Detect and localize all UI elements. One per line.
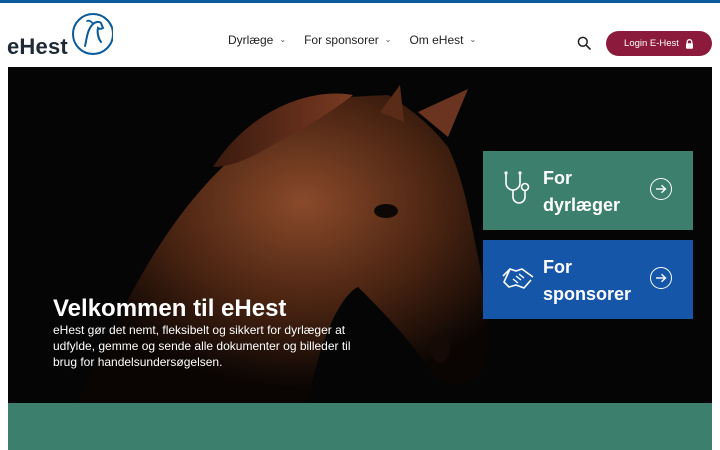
site-header: eHest Dyrlæge ⌄ For sponsorer ⌄ Om eHest…: [0, 3, 720, 67]
for-sponsorer-card[interactable]: For sponsorer: [483, 240, 693, 319]
card-label: For dyrlæger: [543, 168, 621, 215]
stethoscope-icon: [504, 171, 530, 204]
login-button-label: Login E-Hest: [624, 38, 679, 49]
logo-text: eHest: [7, 34, 68, 59]
nav-item-om-ehest[interactable]: Om eHest ⌄: [409, 33, 476, 47]
arrow-right-icon: [650, 178, 672, 200]
nav-item-for-sponsorer[interactable]: For sponsorer ⌄: [304, 33, 391, 47]
login-button[interactable]: Login E-Hest: [606, 31, 712, 56]
nav-item-label: Om eHest: [409, 33, 464, 47]
chevron-down-icon: ⌄: [384, 34, 392, 44]
horse-logo-icon: [72, 13, 113, 55]
for-dyrlaeger-card[interactable]: For dyrlæger: [483, 151, 693, 230]
main-nav: Dyrlæge ⌄ For sponsorer ⌄ Om eHest ⌄: [228, 33, 494, 47]
arrow-right-icon: [650, 267, 672, 289]
next-section-band: [8, 403, 712, 450]
chevron-down-icon: ⌄: [279, 34, 287, 44]
nav-item-dyrlaege[interactable]: Dyrlæge ⌄: [228, 33, 286, 47]
search-icon[interactable]: [577, 36, 591, 50]
nav-item-label: For sponsorer: [304, 33, 379, 47]
lock-icon: [685, 38, 693, 49]
hero-banner: Velkommen til eHest eHest gør det nemt, …: [8, 67, 712, 403]
hero-title: Velkommen til eHest: [53, 295, 287, 323]
site-logo[interactable]: eHest: [7, 13, 113, 60]
card-label: For sponsorer: [543, 257, 632, 304]
handshake-icon: [502, 268, 534, 289]
hero-description: eHest gør det nemt, fleksibelt og sikker…: [53, 323, 351, 369]
nav-item-label: Dyrlæge: [228, 33, 274, 47]
chevron-down-icon: ⌄: [469, 34, 477, 44]
